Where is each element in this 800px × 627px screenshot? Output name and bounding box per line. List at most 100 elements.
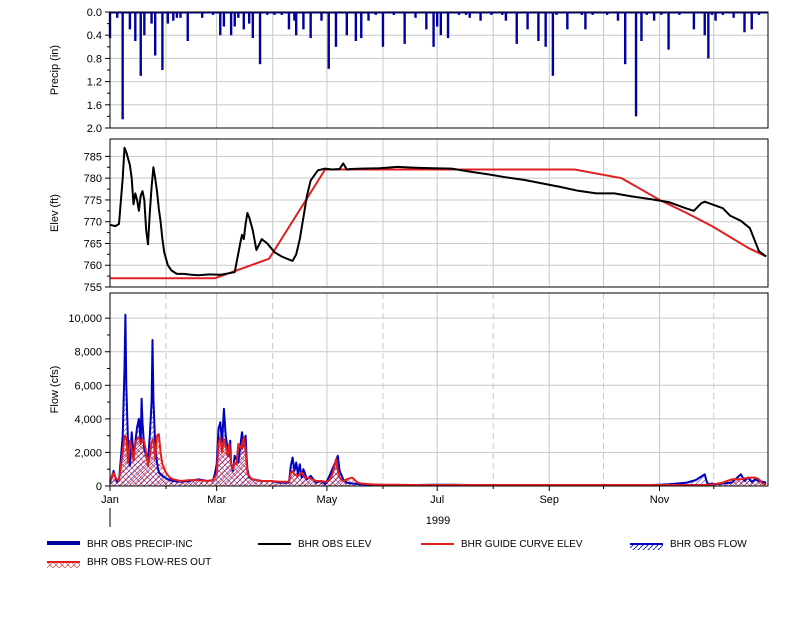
guide-curve-line bbox=[110, 168, 767, 280]
precip-bar bbox=[667, 12, 670, 50]
legend-swatch bbox=[630, 543, 663, 550]
precip-bar bbox=[294, 12, 298, 36]
flow-ytick-label: 2,000 bbox=[74, 447, 102, 459]
elev-ytick-label: 760 bbox=[84, 260, 102, 272]
precip-bar bbox=[161, 12, 164, 70]
precip-bar bbox=[566, 12, 569, 30]
precip-bar bbox=[544, 12, 547, 47]
precip-bar bbox=[247, 12, 251, 24]
legend-label: BHR OBS FLOW-RES OUT bbox=[87, 557, 212, 568]
precip-ytick-label: 1.6 bbox=[87, 100, 102, 112]
precip-bar bbox=[251, 12, 255, 39]
precip-bar bbox=[309, 12, 312, 39]
flow-frame bbox=[109, 292, 769, 487]
res-out-area bbox=[110, 434, 767, 486]
precip-bar bbox=[222, 12, 226, 27]
legend-swatch bbox=[47, 541, 80, 545]
precip-ytick-label: 1.2 bbox=[87, 77, 102, 89]
elev-y-axis-label: Elev (ft) bbox=[49, 194, 61, 232]
precip-bar bbox=[229, 12, 233, 36]
precip-bar bbox=[435, 12, 439, 27]
precip-bar bbox=[634, 12, 638, 117]
legend-swatch bbox=[421, 543, 454, 545]
precip-bar bbox=[425, 12, 428, 30]
precip-bar bbox=[233, 12, 236, 27]
elev-panel: 785 780 775 770 765 760 755 Elev (ft) bbox=[49, 138, 769, 294]
flow-ytick-label: 10,000 bbox=[68, 313, 102, 325]
precip-bar bbox=[439, 12, 443, 36]
precip-ytick-label: 0.0 bbox=[87, 7, 102, 19]
precip-bar bbox=[551, 12, 555, 76]
precip-bar bbox=[703, 12, 706, 36]
precip-bar bbox=[692, 12, 696, 30]
legend-label: BHR GUIDE CURVE ELEV bbox=[461, 539, 583, 550]
precip-bar bbox=[334, 12, 338, 47]
res-out-line bbox=[109, 433, 767, 486]
precip-bar bbox=[623, 12, 627, 65]
precip-bar bbox=[121, 12, 124, 120]
legend-label: BHR OBS FLOW bbox=[670, 539, 747, 550]
x-tick-label: Jan bbox=[101, 494, 119, 506]
precip-bar bbox=[526, 12, 529, 30]
precip-bar bbox=[134, 12, 137, 41]
precip-bar bbox=[743, 12, 746, 33]
precip-bar bbox=[258, 12, 262, 65]
precip-bar bbox=[219, 12, 222, 36]
precip-ytick-label: 2.0 bbox=[87, 123, 102, 135]
elev-ytick-label: 755 bbox=[84, 282, 102, 294]
elev-ytick-label: 780 bbox=[84, 173, 102, 185]
elev-ytick-label: 770 bbox=[84, 217, 102, 229]
flow-y-axis-label: Flow (cfs) bbox=[49, 366, 61, 414]
x-tick-label: Mar bbox=[207, 494, 226, 506]
precip-bar bbox=[750, 12, 753, 30]
precip-bar bbox=[139, 12, 142, 76]
precip-ytick-label: 0.8 bbox=[87, 53, 102, 65]
flow-ytick-label: 8,000 bbox=[74, 347, 102, 359]
flow-ytick-label: 6,000 bbox=[74, 380, 102, 392]
precip-ytick-label: 0.4 bbox=[87, 30, 102, 42]
precip-bar bbox=[242, 12, 245, 30]
obs-elev-line bbox=[109, 146, 767, 277]
elev-ytick-label: 765 bbox=[84, 238, 102, 250]
x-axis-year-label: 1999 bbox=[426, 515, 450, 527]
hydrograph-chart: 0.00.40.81.21.62.0Precip (in) 7857807757… bbox=[49, 7, 769, 527]
x-tick-label: May bbox=[317, 494, 338, 506]
precip-bar bbox=[360, 12, 363, 39]
precip-bar bbox=[166, 12, 170, 24]
flow-ytick-label: 0 bbox=[96, 481, 102, 493]
precip-bar bbox=[381, 12, 385, 47]
precip-bar bbox=[186, 12, 189, 41]
precip-bar bbox=[432, 12, 435, 47]
obs-flow-area bbox=[110, 314, 767, 486]
x-tick-label: Sep bbox=[539, 494, 559, 506]
legend-label: BHR OBS ELEV bbox=[298, 539, 372, 550]
precip-bar bbox=[327, 12, 330, 69]
elev-ytick-label: 775 bbox=[84, 195, 102, 207]
legend-swatch bbox=[258, 543, 291, 545]
legend-swatch-bar bbox=[47, 541, 80, 545]
precip-bar bbox=[287, 12, 291, 30]
x-tick-label: Jul bbox=[430, 494, 444, 506]
precip-bar bbox=[345, 12, 349, 36]
precip-bar bbox=[128, 12, 132, 30]
precip-bar bbox=[354, 12, 358, 41]
precip-bar bbox=[707, 12, 710, 59]
precip-bar bbox=[584, 12, 587, 30]
precip-bar bbox=[153, 12, 157, 56]
obs-flow-line bbox=[109, 313, 767, 486]
x-tick-label: Nov bbox=[650, 494, 670, 506]
precip-panel: 0.0 0.4 0.8 1.2 1.6 2.0 Precip (in) bbox=[49, 7, 769, 135]
legend-label: BHR OBS PRECIP-INC bbox=[87, 539, 193, 550]
flow-panel: 10,000 8,000 6,000 4,000 2,000 0 Flow (cfs) bbox=[49, 292, 769, 493]
flow-ytick-label: 4,000 bbox=[74, 414, 102, 426]
precip-y-axis-label: Precip (in) bbox=[49, 45, 61, 95]
precip-bar bbox=[446, 12, 450, 39]
precip-bar bbox=[403, 12, 406, 44]
precip-bar bbox=[143, 12, 146, 36]
precip-bar bbox=[537, 12, 540, 41]
legend-swatch bbox=[47, 561, 80, 568]
precip-bar bbox=[515, 12, 518, 44]
precip-bar bbox=[640, 12, 643, 41]
precip-bar bbox=[302, 12, 305, 30]
x-axis: Jan Mar May Jul Sep Nov 1999 bbox=[101, 486, 715, 527]
